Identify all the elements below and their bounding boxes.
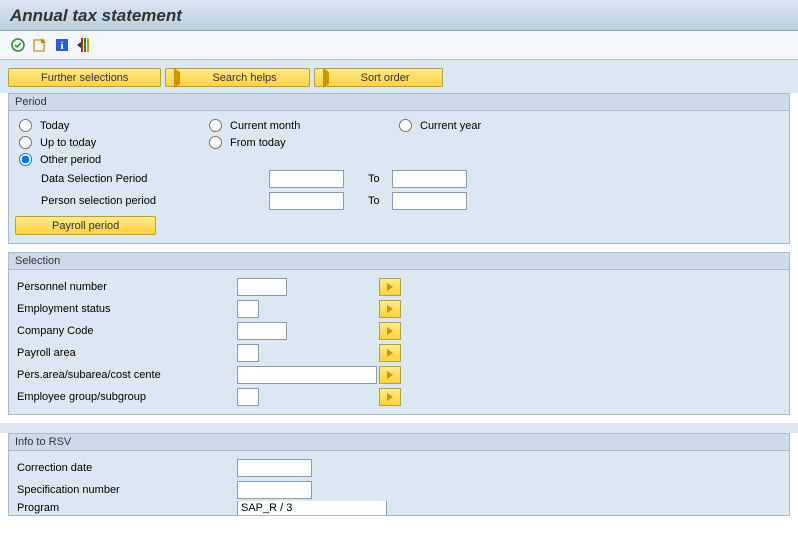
arrow-right-icon [387,283,393,291]
arrow-right-icon [387,371,393,379]
svg-text:i: i [60,40,63,52]
payroll-period-label: Payroll period [20,220,151,232]
page-title: Annual tax statement [0,0,798,31]
search-helps-label: Search helps [184,72,304,84]
data-selection-to-input[interactable] [392,170,467,188]
payroll-area-label: Payroll area [17,347,237,359]
employment-status-label: Employment status [17,303,237,315]
arrow-right-icon [387,393,393,401]
correction-date-input[interactable] [237,459,312,477]
further-selections-label: Further selections [13,72,156,84]
employee-group-label: Employee group/subgroup [17,391,237,403]
selection-icon[interactable] [76,37,92,53]
company-code-valuehelp[interactable] [379,322,401,340]
sort-order-button[interactable]: Sort order [314,68,443,87]
pers-area-label: Pers.area/subarea/cost cente [17,369,237,381]
data-selection-period-label: Data Selection Period [17,173,237,185]
app-toolbar: i [0,31,798,60]
employment-status-valuehelp[interactable] [379,300,401,318]
data-selection-from-input[interactable] [269,170,344,188]
radio-today[interactable]: Today [17,117,207,134]
correction-date-label: Correction date [17,462,237,474]
personnel-number-input[interactable] [237,278,287,296]
program-input[interactable] [237,501,387,515]
arrow-right-icon [387,305,393,313]
period-group-title: Period [9,94,789,111]
arrow-right-icon [323,68,329,88]
selection-group-title: Selection [9,253,789,270]
employment-status-input[interactable] [237,300,259,318]
info-rsv-group-title: Info to RSV [9,434,789,451]
get-variant-icon[interactable] [32,37,48,53]
radio-from-today[interactable]: From today [207,134,397,151]
payroll-period-button[interactable]: Payroll period [15,216,156,235]
program-label: Program [17,502,237,514]
pers-area-valuehelp[interactable] [379,366,401,384]
specification-number-input[interactable] [237,481,312,499]
further-selections-button[interactable]: Further selections [8,68,161,87]
specification-number-label: Specification number [17,484,237,496]
employee-group-input[interactable] [237,388,259,406]
payroll-area-input[interactable] [237,344,259,362]
search-helps-button[interactable]: Search helps [165,68,309,87]
company-code-input[interactable] [237,322,287,340]
info-icon[interactable]: i [54,37,70,53]
action-button-row: Further selections Search helps Sort ord… [0,60,798,93]
employee-group-valuehelp[interactable] [379,388,401,406]
radio-other-period[interactable]: Other period [17,151,207,168]
radio-current-month[interactable]: Current month [207,117,397,134]
selection-group: Selection Personnel number Employment st… [8,252,790,415]
sort-order-label: Sort order [333,72,438,84]
arrow-right-icon [387,327,393,335]
person-selection-from-input[interactable] [269,192,344,210]
personnel-number-label: Personnel number [17,281,237,293]
person-selection-to-input[interactable] [392,192,467,210]
radio-up-to-today[interactable]: Up to today [17,134,207,151]
person-selection-period-label: Person selection period [17,195,237,207]
personnel-number-valuehelp[interactable] [379,278,401,296]
company-code-label: Company Code [17,325,237,337]
arrow-right-icon [174,68,180,88]
to-label: To [344,173,392,185]
pers-area-input[interactable] [237,366,377,384]
info-rsv-group: Info to RSV Correction date Specificatio… [8,433,790,516]
to-label: To [344,195,392,207]
execute-icon[interactable] [10,37,26,53]
period-group: Period Today Current month Current year … [8,93,790,244]
payroll-area-valuehelp[interactable] [379,344,401,362]
arrow-right-icon [387,349,393,357]
radio-current-year[interactable]: Current year [397,117,587,134]
